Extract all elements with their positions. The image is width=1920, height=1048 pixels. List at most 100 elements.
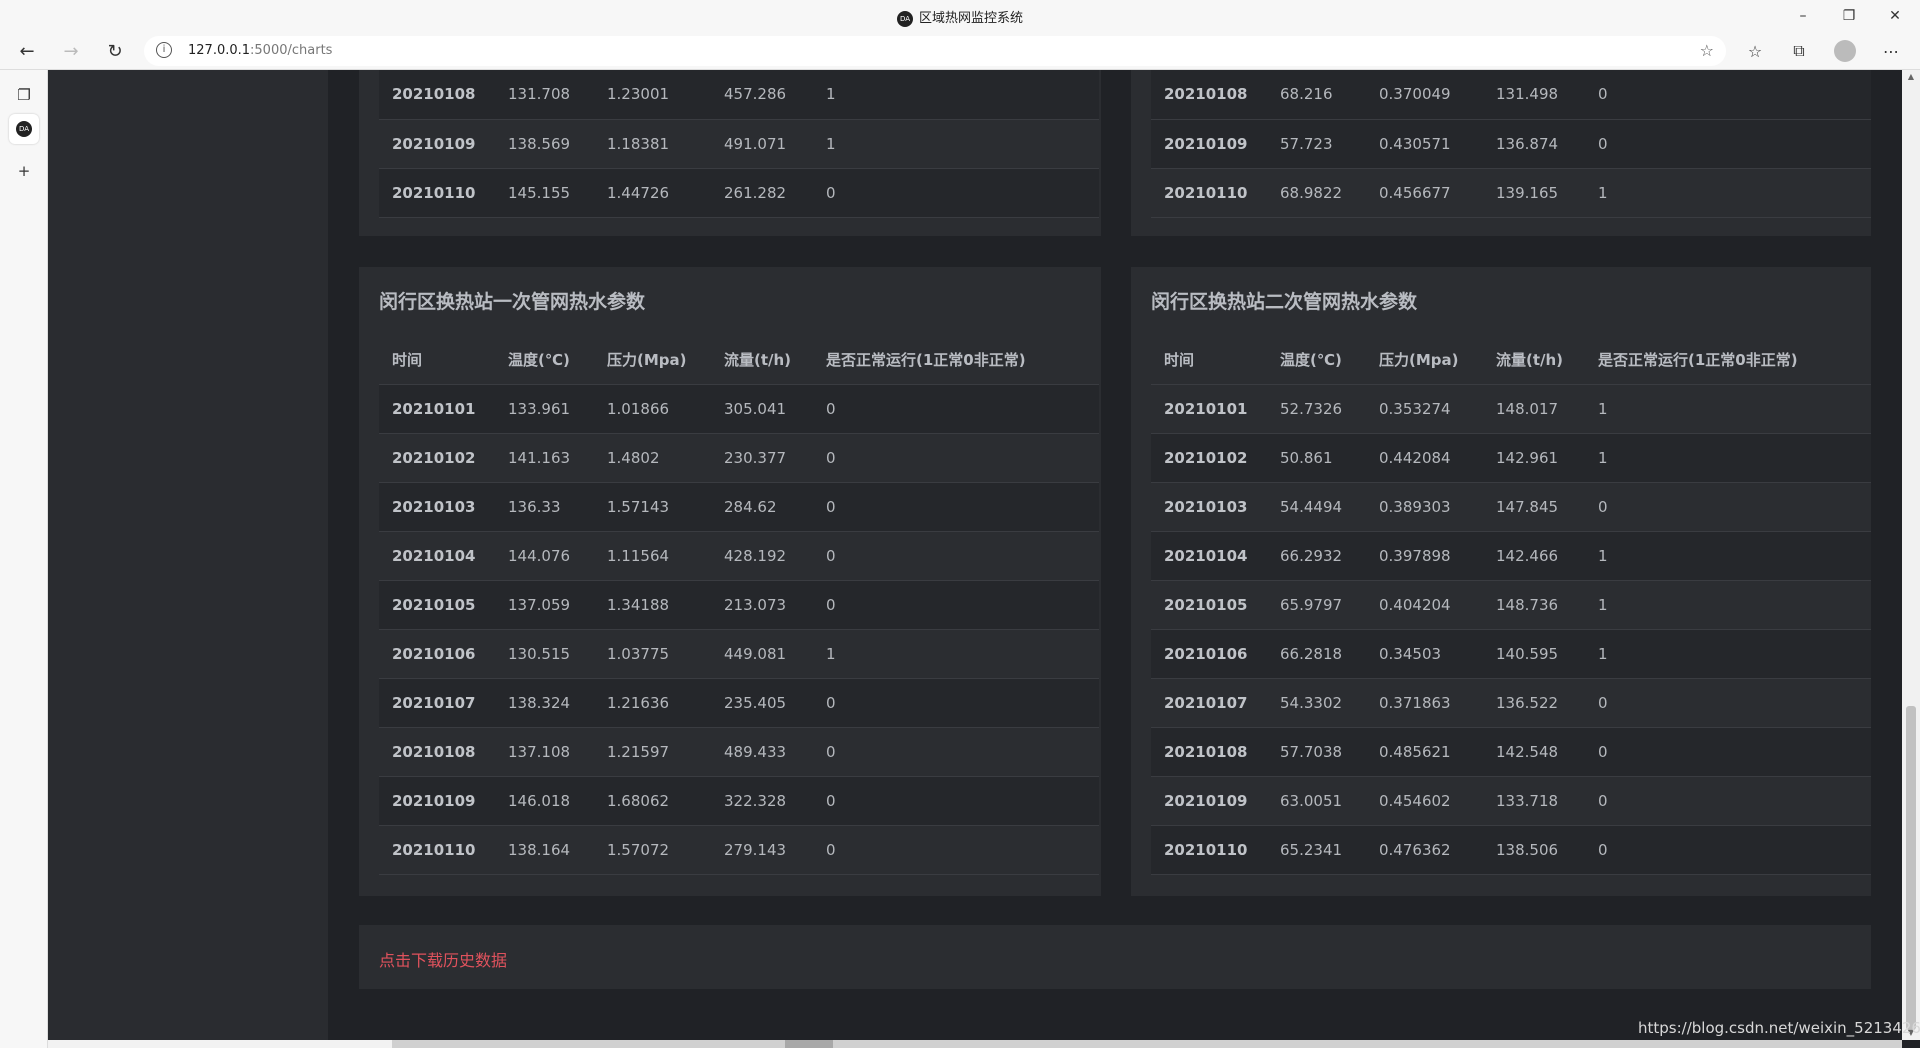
primary-table-body: 20210101 133.961 1.01866 305.041 0 20210102 14…	[379, 384, 1099, 875]
info-icon[interactable]: i	[156, 42, 172, 58]
download-history-link[interactable]: 点击下载历史数据	[379, 947, 507, 971]
table-cell: 457.286	[711, 70, 813, 120]
table-row: 20210108 57.7038 0.485621 142.548 0	[1151, 727, 1871, 777]
secondary-prev-panel: 20210108 68.216 0.370049 131.498 0 20210109 5…	[1131, 70, 1871, 236]
table-row: 20210101 52.7326 0.353274 148.017 1	[1151, 384, 1871, 434]
horizontal-scrollbar[interactable]	[48, 1040, 1902, 1048]
table-cell: 1.4802	[594, 433, 711, 483]
table-cell: 0	[813, 776, 1099, 826]
primary-prev-table: 20210108 131.708 1.23001 457.286 1 20210109 1…	[379, 70, 1099, 218]
primary-network-table: 时间 温度(℃) 压力(Mpa) 流量(t/h) 是否正常运行(1正常0非正常)…	[379, 336, 1099, 875]
table-row: 20210104 144.076 1.11564 428.192 0	[379, 531, 1099, 581]
table-cell: 140.595	[1483, 629, 1585, 679]
tab-actions-icon[interactable]: ❐	[9, 80, 39, 110]
table-cell: 1.23001	[594, 70, 711, 120]
restore-icon[interactable]: ❐	[1826, 0, 1872, 32]
table-cell: 54.3302	[1267, 678, 1366, 728]
table-cell: 0	[813, 825, 1099, 875]
table-cell: 0	[1585, 70, 1871, 120]
forward-icon[interactable]: →	[56, 38, 86, 64]
url-input[interactable]: i 127.0.0.1:5000/charts ☆	[144, 36, 1726, 66]
table-cell: 20210110	[1151, 168, 1267, 218]
table-cell: 0.430571	[1366, 119, 1483, 169]
table-cell: 0	[813, 531, 1099, 581]
secondary-table-body: 20210101 52.7326 0.353274 148.017 1 20210102 5…	[1151, 384, 1871, 875]
table-cell: 0.34503	[1366, 629, 1483, 679]
table-cell: 0	[1585, 776, 1871, 826]
table-cell: 0	[813, 678, 1099, 728]
table-cell: 0.371863	[1366, 678, 1483, 728]
table-cell: 65.9797	[1267, 580, 1366, 630]
collections-icon[interactable]: ⧉	[1786, 40, 1812, 62]
close-icon[interactable]: ✕	[1872, 0, 1918, 32]
table-cell: 0.370049	[1366, 70, 1483, 120]
table-cell: 138.164	[495, 825, 594, 875]
table-cell: 20210110	[1151, 825, 1267, 875]
table-cell: 491.071	[711, 119, 813, 169]
table-cell: 0.476362	[1366, 825, 1483, 875]
table-cell: 133.961	[495, 384, 594, 434]
window-titlebar: DA 区域热网监控系统 – ❐ ✕	[0, 0, 1920, 32]
table-cell: 20210108	[379, 727, 495, 777]
favorites-icon[interactable]: ☆	[1742, 40, 1768, 62]
table-cell: 1	[813, 119, 1099, 169]
table-cell: 1	[1585, 433, 1871, 483]
column-header: 时间	[379, 336, 495, 385]
table-cell: 279.143	[711, 825, 813, 875]
table-cell: 20210106	[379, 629, 495, 679]
table-cell: 20210103	[1151, 482, 1267, 532]
scrollbar-thumb[interactable]	[785, 1040, 833, 1048]
primary-network-panel: 闵行区换热站一次管网热水参数 时间 温度(℃) 压力(Mpa) 流量(t/h) …	[359, 267, 1101, 896]
table-cell: 489.433	[711, 727, 813, 777]
table-cell: 1.21636	[594, 678, 711, 728]
more-icon[interactable]: ⋯	[1878, 40, 1904, 62]
table-cell: 68.216	[1267, 70, 1366, 120]
table-cell: 0	[813, 168, 1099, 218]
tab-active[interactable]: DA	[9, 114, 39, 144]
table-row: 20210102 141.163 1.4802 230.377 0	[379, 433, 1099, 483]
table-cell: 136.874	[1483, 119, 1585, 169]
table-row: 20210105 65.9797 0.404204 148.736 1	[1151, 580, 1871, 630]
column-header: 是否正常运行(1正常0非正常)	[813, 336, 1099, 385]
scroll-up-icon[interactable]: ▲	[1906, 72, 1916, 81]
table-row: 20210102 50.861 0.442084 142.961 1	[1151, 433, 1871, 483]
profile-icon[interactable]	[1832, 40, 1858, 62]
table-row: 20210105 137.059 1.34188 213.073 0	[379, 580, 1099, 630]
vertical-scrollbar[interactable]: ▲ ▼	[1902, 70, 1920, 1040]
table-cell: 1	[1585, 629, 1871, 679]
table-cell: 1	[1585, 531, 1871, 581]
table-cell: 65.2341	[1267, 825, 1366, 875]
table-cell: 0.397898	[1366, 531, 1483, 581]
table-cell: 147.845	[1483, 482, 1585, 532]
favorite-add-icon[interactable]: ☆	[1700, 41, 1714, 60]
column-header: 压力(Mpa)	[594, 336, 711, 385]
table-cell: 20210109	[1151, 119, 1267, 169]
table-row: 20210110 68.9822 0.456677 139.165 1	[1151, 168, 1871, 218]
minimize-icon[interactable]: –	[1780, 0, 1826, 32]
table-cell: 0	[813, 433, 1099, 483]
table-row: 20210108 131.708 1.23001 457.286 1	[379, 70, 1099, 120]
column-header: 流量(t/h)	[1483, 336, 1585, 385]
table-cell: 1.03775	[594, 629, 711, 679]
table-cell: 20210106	[1151, 629, 1267, 679]
table-cell: 0	[1585, 119, 1871, 169]
primary-prev-panel: 20210108 131.708 1.23001 457.286 1 20210109 1…	[359, 70, 1101, 236]
table-cell: 322.328	[711, 776, 813, 826]
table-cell: 1.01866	[594, 384, 711, 434]
table-cell: 20210102	[1151, 433, 1267, 483]
new-tab-button[interactable]: +	[9, 156, 39, 186]
table-cell: 284.62	[711, 482, 813, 532]
table-cell: 0.404204	[1366, 580, 1483, 630]
tab-favicon: DA	[16, 121, 32, 137]
table-cell: 20210109	[379, 119, 495, 169]
table-cell: 63.0051	[1267, 776, 1366, 826]
table-cell: 0	[1585, 825, 1871, 875]
back-icon[interactable]: ←	[12, 38, 42, 64]
watermark-text: https://blog.csdn.net/weixin_5213426	[1638, 1019, 1920, 1037]
scrollbar-thumb[interactable]	[1906, 706, 1916, 1030]
table-row: 20210109 138.569 1.18381 491.071 1	[379, 119, 1099, 169]
table-cell: 213.073	[711, 580, 813, 630]
table-cell: 66.2818	[1267, 629, 1366, 679]
refresh-icon[interactable]: ↻	[100, 38, 130, 64]
window-title-wrap: DA 区域热网监控系统	[0, 7, 1920, 27]
